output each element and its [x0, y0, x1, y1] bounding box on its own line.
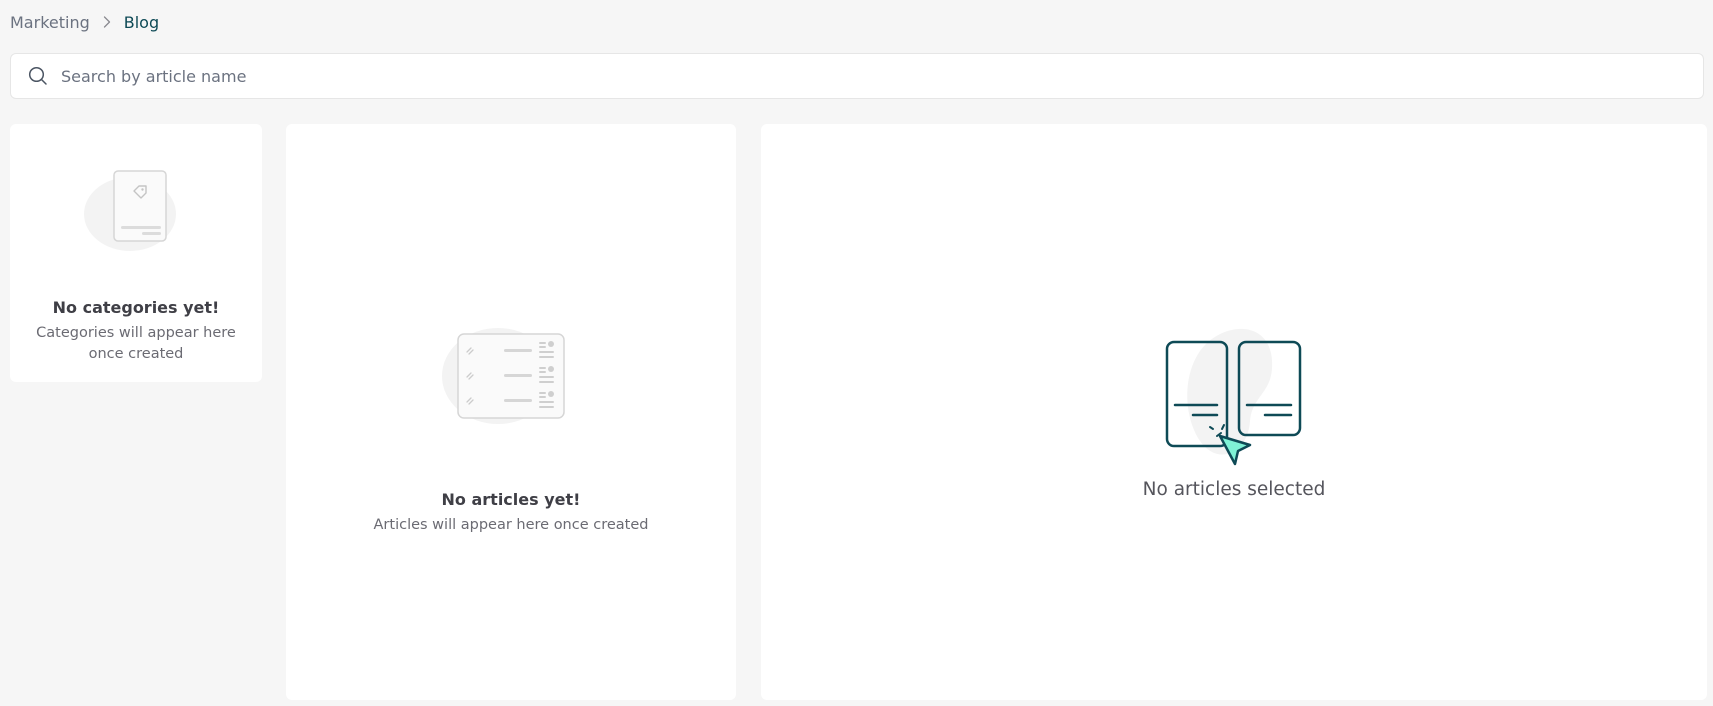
articles-empty-title: No articles yet! [441, 490, 581, 509]
article-detail-panel: No articles selected [761, 124, 1707, 700]
categories-panel: No categories yet! Categories will appea… [10, 124, 262, 382]
articles-empty-description: Articles will appear here once created [373, 517, 649, 533]
categories-empty-description: Categories will appear here once created [36, 325, 236, 362]
search-input[interactable] [59, 53, 1703, 99]
breadcrumb: Marketing Blog [10, 10, 159, 34]
tag-card-icon [82, 166, 186, 252]
search-bar[interactable] [10, 53, 1704, 99]
breadcrumb-marketing-link[interactable]: Marketing [10, 13, 90, 32]
article-list-icon [442, 322, 582, 426]
breadcrumb-current: Blog [123, 12, 160, 32]
search-icon [28, 66, 48, 86]
select-article-icon [1160, 321, 1308, 473]
categories-empty-title: No categories yet! [52, 298, 220, 317]
articles-panel: No articles yet! Articles will appear he… [286, 124, 736, 700]
chevron-right-icon [100, 15, 114, 29]
no-articles-selected-text: No articles selected [1142, 479, 1326, 500]
